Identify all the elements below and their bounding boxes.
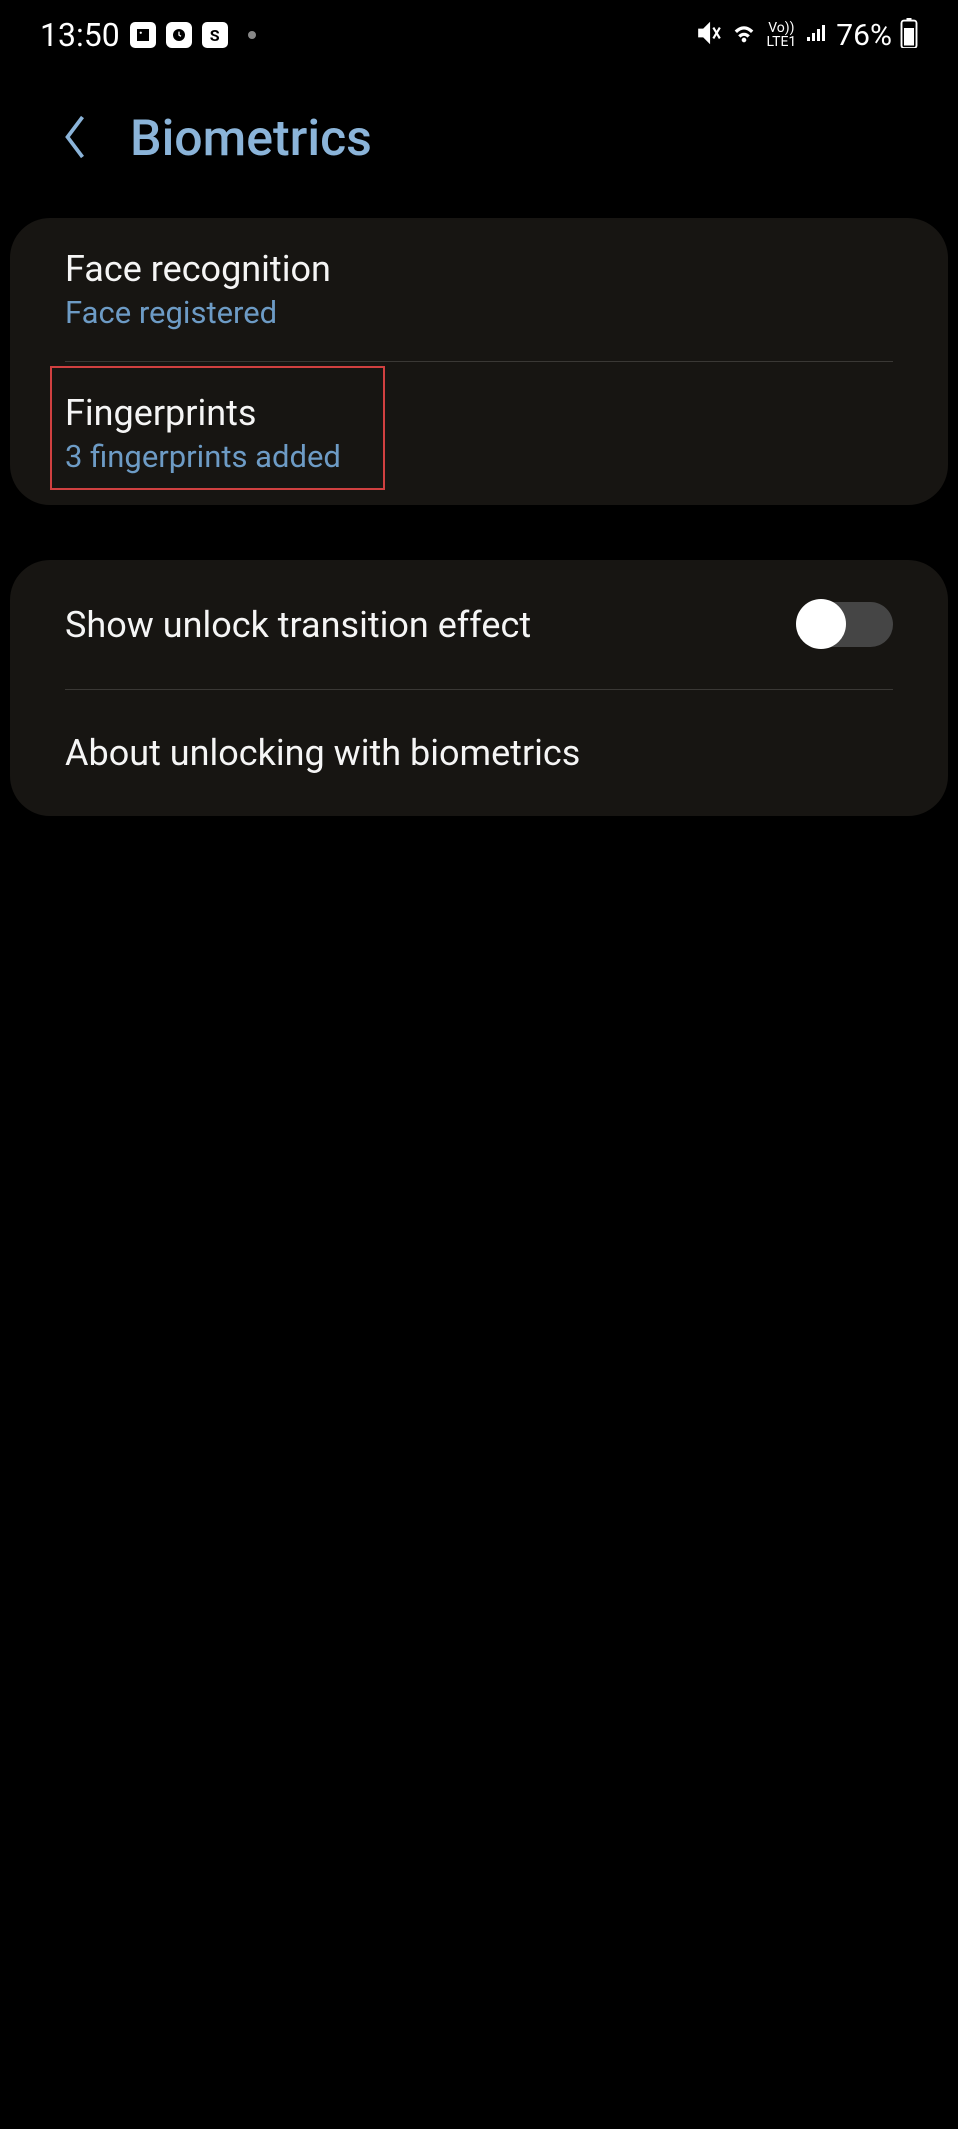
- volte-icon: Vo)) LTE1: [766, 21, 796, 49]
- options-card: Show unlock transition effect About unlo…: [10, 560, 948, 816]
- fingerprints-subtitle: 3 fingerprints added: [65, 438, 893, 475]
- clock-icon: [166, 22, 192, 48]
- about-biometrics-title: About unlocking with biometrics: [65, 732, 893, 774]
- face-recognition-title: Face recognition: [65, 248, 893, 290]
- back-button[interactable]: [60, 112, 90, 166]
- unlock-transition-item[interactable]: Show unlock transition effect: [10, 560, 948, 689]
- toggle-knob: [796, 599, 846, 649]
- notification-dot-icon: [248, 31, 256, 39]
- status-bar-right: Vo)) LTE1 76%: [696, 18, 918, 53]
- battery-percentage: 76%: [836, 18, 892, 53]
- face-recognition-item[interactable]: Face recognition Face registered: [10, 218, 948, 361]
- chevron-left-icon: [60, 112, 90, 162]
- unlock-transition-title: Show unlock transition effect: [65, 604, 531, 646]
- signal-icon: [804, 21, 828, 49]
- s-app-icon: S: [202, 22, 228, 48]
- gallery-icon: [130, 22, 156, 48]
- mute-vibrate-icon: [696, 20, 722, 50]
- unlock-transition-toggle[interactable]: [798, 602, 893, 647]
- status-bar: 13:50 S Vo)) LTE1 76%: [0, 0, 958, 70]
- about-biometrics-item[interactable]: About unlocking with biometrics: [10, 690, 948, 816]
- fingerprints-title: Fingerprints: [65, 392, 893, 434]
- biometrics-card: Face recognition Face registered Fingerp…: [10, 218, 948, 505]
- wifi-icon: [730, 19, 758, 51]
- fingerprints-item[interactable]: Fingerprints 3 fingerprints added: [10, 362, 948, 505]
- status-time: 13:50: [40, 16, 120, 54]
- face-recognition-subtitle: Face registered: [65, 294, 893, 331]
- page-header: Biometrics: [0, 70, 958, 218]
- battery-icon: [900, 18, 918, 52]
- page-title: Biometrics: [130, 110, 372, 168]
- status-bar-left: 13:50 S: [40, 16, 256, 54]
